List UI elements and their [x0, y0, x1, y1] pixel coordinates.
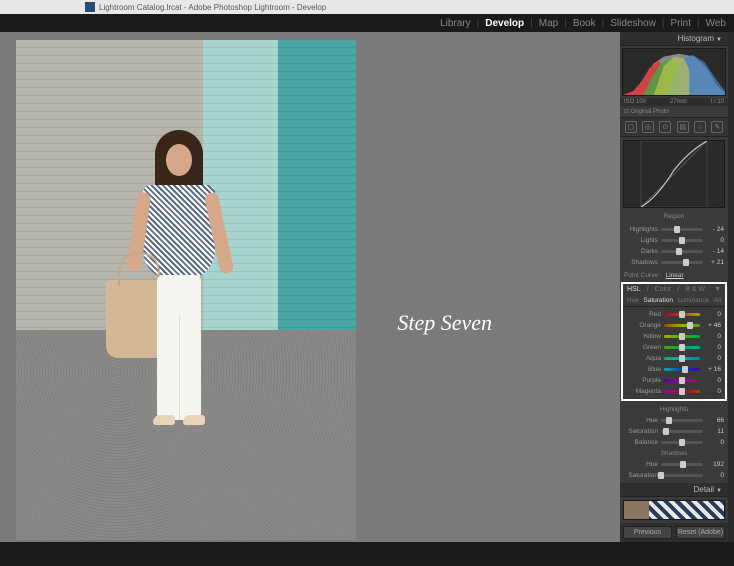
slider-hue[interactable]: Hue192 [624, 459, 724, 470]
slider-aqua[interactable]: Aqua0 [627, 353, 721, 364]
right-panel: Histogram▼ ISO 10027mmf / 10 ⊡ Original … [620, 32, 728, 542]
original-photo-label: ⊡ Original Photo [620, 106, 728, 117]
slider-yellow[interactable]: Yellow0 [627, 331, 721, 342]
slider-shadows[interactable]: Shadows+ 21 [624, 257, 724, 268]
hsl-sliders: Red0Orange+ 46Yellow0Green0Aqua0Blue+ 16… [623, 307, 725, 399]
slider-saturation[interactable]: Saturation11 [624, 426, 724, 437]
hsl-panel: HSL/ Color/ B & W ▼ Hue Saturation Lumin… [621, 282, 727, 401]
tonecurve-sliders: Highlights- 24Lights0Darks- 14Shadows+ 2… [620, 222, 728, 270]
crop-tool[interactable]: ▢ [625, 121, 637, 133]
spot-tool[interactable]: ◎ [642, 121, 654, 133]
tone-curve-graph[interactable] [623, 140, 725, 208]
slider-purple[interactable]: Purple0 [627, 375, 721, 386]
right-scrollbar[interactable] [728, 32, 734, 542]
photo-preview [16, 40, 356, 540]
app-icon [85, 2, 95, 12]
detail-header[interactable]: Detail▼ [620, 483, 728, 497]
previous-button[interactable]: Previous [623, 526, 672, 539]
module-library[interactable]: Library [440, 18, 471, 29]
module-print[interactable]: Print [670, 18, 691, 29]
bottom-buttons: Previous Reset (Adobe) [620, 523, 728, 542]
slider-highlights[interactable]: Highlights- 24 [624, 224, 724, 235]
window-title: Lightroom Catalog.lrcat - Adobe Photosho… [99, 3, 326, 12]
histogram-info: ISO 10027mmf / 10 [620, 98, 728, 106]
module-picker: Library| Develop| Map| Book| Slideshow| … [0, 14, 734, 32]
slider-hue[interactable]: Hue66 [624, 415, 724, 426]
step-annotation: Step Seven [397, 310, 492, 336]
module-map[interactable]: Map [539, 18, 558, 29]
slider-blue[interactable]: Blue+ 16 [627, 364, 721, 375]
window-titlebar: Lightroom Catalog.lrcat - Adobe Photosho… [0, 0, 734, 14]
module-develop[interactable]: Develop [485, 18, 524, 29]
reset-button[interactable]: Reset (Adobe) [676, 526, 725, 539]
redeye-tool[interactable]: ⊙ [659, 121, 671, 133]
point-curve-row[interactable]: Point Curve :Linear [620, 270, 728, 281]
tool-strip: ▢ ◎ ⊙ ▤ ○ ✎ [620, 117, 728, 137]
filmstrip[interactable] [0, 542, 734, 566]
slider-red[interactable]: Red0 [627, 309, 721, 320]
module-book[interactable]: Book [573, 18, 596, 29]
radial-tool[interactable]: ○ [694, 121, 706, 133]
hsl-tabs: Hue Saturation Luminance All [623, 295, 725, 307]
module-slideshow[interactable]: Slideshow [610, 18, 656, 29]
histogram-graph[interactable] [622, 48, 726, 96]
histogram-header[interactable]: Histogram▼ [620, 32, 728, 46]
tonecurve-region-label: Region [620, 211, 728, 222]
hsl-tab-all[interactable]: All [714, 297, 721, 304]
slider-saturation[interactable]: Saturation0 [624, 470, 724, 481]
slider-darks[interactable]: Darks- 14 [624, 246, 724, 257]
balance-slider[interactable]: Balance 0 [624, 437, 724, 448]
gradient-tool[interactable]: ▤ [677, 121, 689, 133]
slider-orange[interactable]: Orange+ 46 [627, 320, 721, 331]
slider-lights[interactable]: Lights0 [624, 235, 724, 246]
preview-canvas[interactable]: Step Seven [0, 32, 620, 542]
hsl-tab-hue[interactable]: Hue [627, 297, 639, 304]
detail-preview[interactable] [623, 500, 725, 520]
slider-magenta[interactable]: Magenta0 [627, 386, 721, 397]
module-web[interactable]: Web [706, 18, 726, 29]
hsl-tab-luminance[interactable]: Luminance [677, 297, 709, 304]
hsl-panel-header[interactable]: HSL/ Color/ B & W ▼ [623, 284, 725, 295]
split-toning-panel: Highlights Hue66Saturation11 Balance 0 S… [620, 402, 728, 483]
brush-tool[interactable]: ✎ [711, 121, 723, 133]
slider-green[interactable]: Green0 [627, 342, 721, 353]
hsl-tab-saturation[interactable]: Saturation [643, 297, 673, 304]
